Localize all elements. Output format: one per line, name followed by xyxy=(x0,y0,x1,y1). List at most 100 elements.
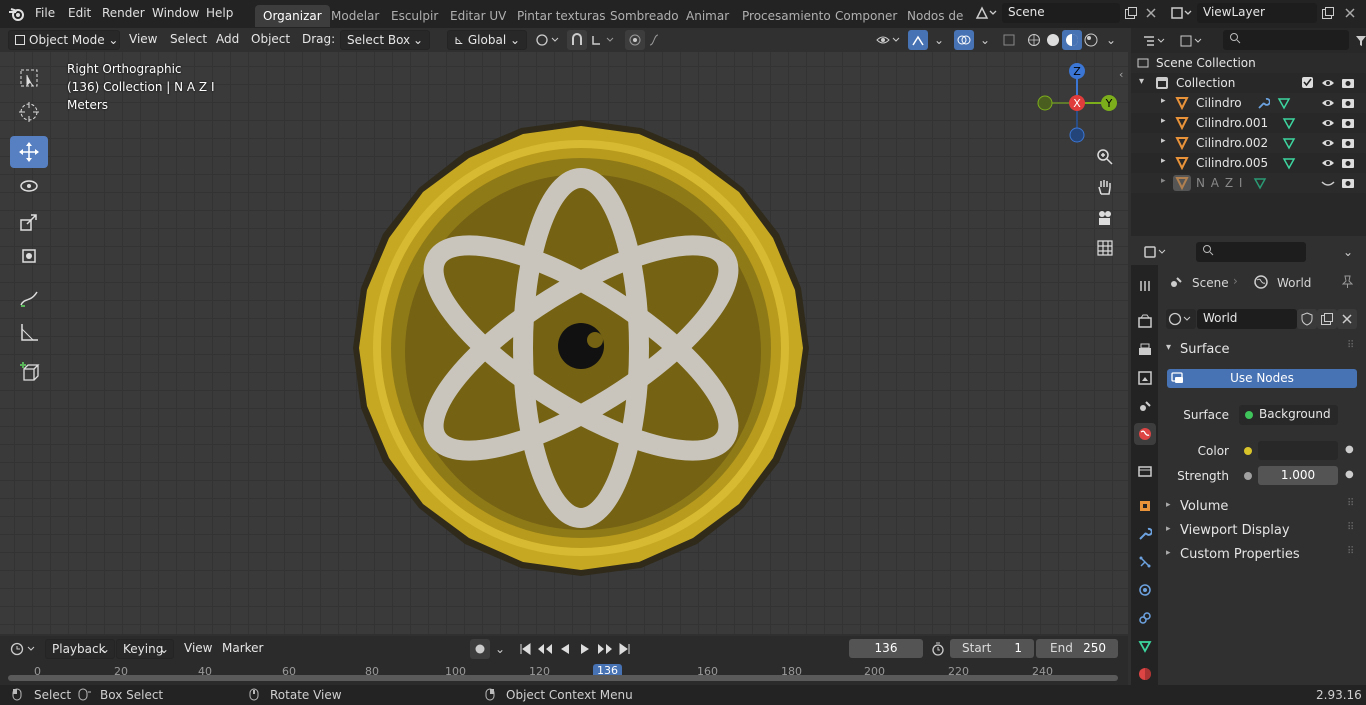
panel-expanded-arrow-icon[interactable]: ▾ xyxy=(1166,342,1171,353)
viewport-display-panel-header[interactable]: Viewport Display xyxy=(1180,523,1290,538)
tab-pintar-texturas[interactable]: Pintar texturas xyxy=(509,5,614,27)
menu-render[interactable]: Render xyxy=(102,6,145,20)
start-frame-field[interactable]: Start 1 xyxy=(950,639,1034,658)
timeline-editor-type-icon[interactable] xyxy=(8,639,40,659)
tab-esculpir[interactable]: Esculpir xyxy=(383,5,446,27)
expand-arrow-icon[interactable]: ▸ xyxy=(1161,156,1166,166)
filter-icon[interactable] xyxy=(1351,31,1366,51)
add-cube-tool-icon[interactable] xyxy=(10,356,48,388)
tab-modelar[interactable]: Modelar xyxy=(323,5,387,27)
jump-to-end-icon[interactable] xyxy=(615,639,635,659)
tab-sombreado[interactable]: Sombreado xyxy=(602,5,687,27)
snap-target-icon[interactable] xyxy=(588,30,618,50)
color-swatch[interactable] xyxy=(1258,441,1338,460)
surface-panel-header[interactable]: Surface xyxy=(1180,342,1230,357)
expand-arrow-icon[interactable]: ▸ xyxy=(1161,176,1166,186)
expand-arrow-icon[interactable]: ▸ xyxy=(1161,96,1166,106)
move-tool-icon[interactable] xyxy=(10,136,48,168)
modifiers-tab-icon[interactable] xyxy=(1134,523,1156,545)
expand-arrow-icon[interactable]: ▸ xyxy=(1161,136,1166,146)
tab-nodos-geometria[interactable]: Nodos de g xyxy=(899,5,963,27)
xray-toggle-icon[interactable] xyxy=(999,30,1019,50)
shading-options-icon[interactable]: ⌄ xyxy=(1101,30,1121,50)
eye-icon[interactable] xyxy=(1321,156,1335,173)
menu-select[interactable]: Select xyxy=(164,30,213,50)
collection-tab-icon[interactable] xyxy=(1134,460,1156,482)
3d-viewport[interactable] xyxy=(0,52,1128,634)
drag-select-box-dropdown[interactable]: Select Box ⌄ xyxy=(340,30,430,50)
play-icon[interactable] xyxy=(575,639,595,659)
overlays-toggle-icon[interactable] xyxy=(954,30,974,50)
playback-menu[interactable]: Playback ⌄ xyxy=(45,639,115,659)
outliner-search-field[interactable] xyxy=(1223,30,1349,50)
scene-browse-icon[interactable] xyxy=(972,3,1000,23)
outliner-row-collection[interactable]: ▾ Collection xyxy=(1131,73,1366,93)
jump-to-prev-keyframe-icon[interactable] xyxy=(535,639,555,659)
tool-tab-icon[interactable] xyxy=(1134,275,1156,297)
use-nodes-button[interactable]: Use Nodes xyxy=(1167,369,1357,388)
solid-shading-icon[interactable] xyxy=(1043,30,1063,50)
keying-set-dropdown-icon[interactable]: ⌄ xyxy=(490,639,510,659)
select-box-tool-icon[interactable] xyxy=(10,62,48,94)
drag-handle-icon[interactable]: ⠿ xyxy=(1347,498,1354,509)
outliner-row-scene-collection[interactable]: Scene Collection xyxy=(1131,53,1366,73)
timeline-menu-marker[interactable]: Marker xyxy=(216,639,269,659)
drag-handle-icon[interactable]: ⠿ xyxy=(1347,546,1354,557)
menu-help[interactable]: Help xyxy=(206,6,233,20)
constraints-tab-icon[interactable] xyxy=(1134,607,1156,629)
tab-animar[interactable]: Animar xyxy=(678,5,737,27)
particles-tab-icon[interactable] xyxy=(1134,551,1156,573)
pin-icon[interactable] xyxy=(1341,275,1354,292)
exclude-checkbox[interactable] xyxy=(1302,77,1313,88)
eye-icon[interactable] xyxy=(1321,76,1335,93)
camera-render-icon[interactable] xyxy=(1341,156,1355,173)
outliner-row-cilindro-005[interactable]: ▸ Cilindro.005 xyxy=(1131,153,1366,173)
keying-menu[interactable]: Keying ⌄ xyxy=(116,639,174,659)
gizmo-options-icon[interactable]: ⌄ xyxy=(929,30,949,50)
jump-to-start-icon[interactable] xyxy=(515,639,535,659)
cursor-tool-icon[interactable] xyxy=(10,96,48,128)
tab-procesamiento[interactable]: Procesamiento xyxy=(734,5,839,27)
proportional-falloff-icon[interactable] xyxy=(646,30,676,50)
menu-add[interactable]: Add xyxy=(210,30,245,50)
surface-shader-field[interactable]: Background xyxy=(1239,405,1338,425)
end-frame-field[interactable]: End 250 xyxy=(1036,639,1118,658)
tab-componer[interactable]: Componer xyxy=(827,5,905,27)
outliner-row-cilindro-001[interactable]: ▸ Cilindro.001 xyxy=(1131,113,1366,133)
transform-tool-icon[interactable] xyxy=(10,240,48,272)
properties-options-icon[interactable]: ⌄ xyxy=(1338,242,1358,262)
delete-view-layer-icon[interactable] xyxy=(1340,3,1360,23)
visibility-selectability-icon[interactable] xyxy=(873,30,903,50)
menu-object[interactable]: Object xyxy=(245,30,296,50)
world-tab-icon[interactable] xyxy=(1134,423,1156,445)
camera-render-icon[interactable] xyxy=(1341,116,1355,133)
delete-scene-icon[interactable] xyxy=(1141,3,1161,23)
camera-render-icon[interactable] xyxy=(1341,96,1355,113)
auto-keying-icon[interactable] xyxy=(470,639,490,659)
perspective-toggle-icon[interactable] xyxy=(1093,236,1117,260)
panel-collapsed-arrow-icon[interactable]: ▸ xyxy=(1166,500,1171,510)
sidebar-toggle-icon[interactable]: ‹ xyxy=(1119,68,1123,81)
rendered-shading-icon[interactable] xyxy=(1081,30,1101,50)
volume-panel-header[interactable]: Volume xyxy=(1180,499,1228,514)
outliner-row-cilindro[interactable]: ▸ Cilindro xyxy=(1131,93,1366,113)
gizmo-neg-z-axis[interactable] xyxy=(1069,127,1085,143)
wireframe-shading-icon[interactable] xyxy=(1024,30,1044,50)
menu-file[interactable]: File xyxy=(35,6,55,20)
gizmo-toggle-icon[interactable] xyxy=(908,30,928,50)
new-view-layer-icon[interactable] xyxy=(1318,3,1338,23)
menu-window[interactable]: Window xyxy=(152,6,199,20)
current-frame-field[interactable]: 136 xyxy=(849,639,923,658)
zoom-icon[interactable] xyxy=(1093,145,1117,169)
outliner-display-mode-icon[interactable] xyxy=(1177,31,1207,51)
preview-range-stopwatch-icon[interactable] xyxy=(928,639,948,659)
properties-editor-type-icon[interactable] xyxy=(1141,242,1171,262)
proportional-editing-icon[interactable] xyxy=(625,30,645,50)
blender-logo-icon[interactable] xyxy=(8,6,26,22)
fake-user-shield-icon[interactable] xyxy=(1297,309,1317,329)
custom-properties-panel-header[interactable]: Custom Properties xyxy=(1180,547,1300,562)
scene-tab-icon[interactable] xyxy=(1134,395,1156,417)
output-tab-icon[interactable] xyxy=(1134,339,1156,361)
camera-render-icon[interactable] xyxy=(1341,176,1355,193)
pivot-point-icon[interactable] xyxy=(533,30,563,50)
